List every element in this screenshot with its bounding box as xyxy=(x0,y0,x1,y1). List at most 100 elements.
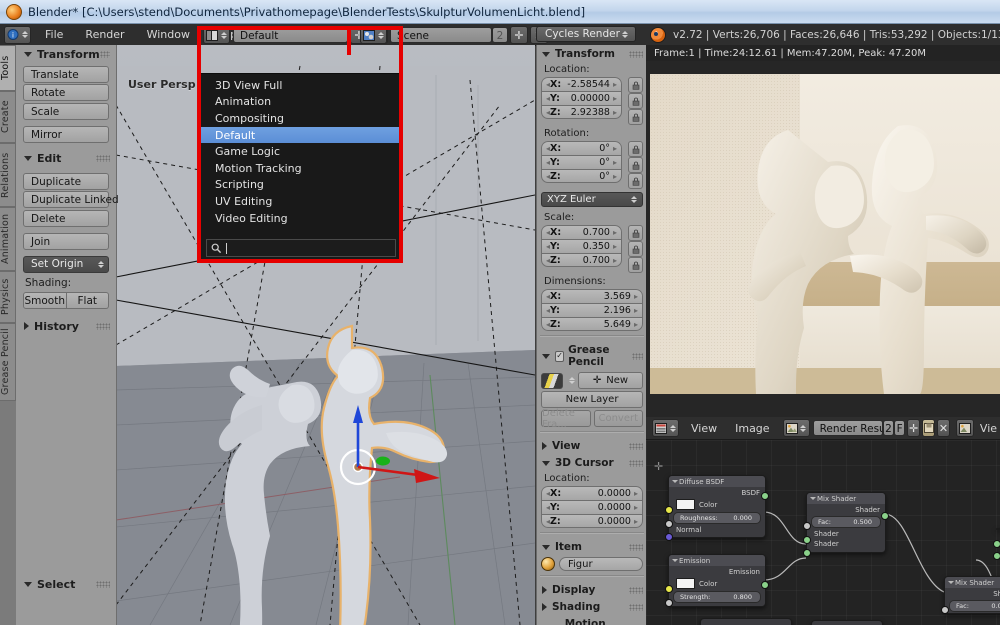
menu-item-compositing[interactable]: Compositing xyxy=(201,110,401,127)
lock-scale-x-button[interactable] xyxy=(628,225,643,241)
location-x-field[interactable]: ◂ X: -2.58544 ▸ xyxy=(541,77,622,91)
lock-rotation-x-button[interactable] xyxy=(628,141,643,157)
grease-pencil-new-button[interactable]: ✛ New xyxy=(578,372,643,389)
node-partial-bottom-left[interactable] xyxy=(700,618,792,625)
shade-smooth-button[interactable]: Smooth xyxy=(23,291,67,309)
image-editor-canvas[interactable] xyxy=(646,61,1000,417)
menu-item-scripting[interactable]: Scripting xyxy=(201,177,401,194)
lock-scale-y-button[interactable] xyxy=(628,241,643,257)
scene-datablock-type-button[interactable] xyxy=(360,26,387,44)
checkbox-icon[interactable]: ✓ xyxy=(555,350,565,362)
screen-layout-dropdown-menu[interactable]: 3D View Full Animation Compositing Defau… xyxy=(200,73,402,263)
node-partial-bottom-mid[interactable] xyxy=(811,620,883,625)
tab-animation[interactable]: Animation xyxy=(0,207,16,271)
menu-item-video-editing[interactable]: Video Editing xyxy=(201,210,401,227)
menu-item-default[interactable]: Default xyxy=(201,126,401,144)
node-menu-image[interactable]: Image xyxy=(726,418,778,439)
menu-item-motion-tracking[interactable]: Motion Tracking xyxy=(201,160,401,177)
node-editor-canvas[interactable]: Diffuse BSDF BSDF Color Roughness: 0.000… xyxy=(646,440,1000,625)
lock-location-y-button[interactable] xyxy=(628,93,643,109)
node-emission[interactable]: Emission Emission Color Strength: 0.800 xyxy=(665,554,769,607)
second-node-menu[interactable]: Vie xyxy=(977,418,1000,439)
lock-rotation-z-button[interactable] xyxy=(628,173,643,189)
dimensions-x-field[interactable]: ◂ X: 3.569 ▸ xyxy=(541,289,643,303)
image-datablock-type-button[interactable] xyxy=(782,419,810,437)
grease-pencil-new-layer-button[interactable]: New Layer xyxy=(541,391,643,408)
node-output-shader-2[interactable]: Shader xyxy=(945,588,1000,599)
node-diffuse-bsdf[interactable]: Diffuse BSDF BSDF Color Roughness: 0.000… xyxy=(665,475,769,541)
tab-create[interactable]: Create xyxy=(0,91,16,143)
lock-scale-z-button[interactable] xyxy=(628,257,643,273)
node-input-color[interactable]: Color xyxy=(669,577,765,590)
delete-button[interactable]: Delete xyxy=(23,209,109,227)
object-name-field[interactable]: Figur xyxy=(559,557,643,571)
history-panel-header[interactable]: History xyxy=(16,317,116,336)
location-y-field[interactable]: ◂ Y: 0.00000 ▸ xyxy=(541,91,622,105)
scale-button[interactable]: Scale xyxy=(23,102,109,120)
item-panel-header[interactable]: Item xyxy=(537,538,647,555)
3d-cursor-panel-header[interactable]: 3D Cursor xyxy=(537,454,647,471)
tab-grease-pencil[interactable]: Grease Pencil xyxy=(0,323,16,401)
menu-window[interactable]: Window xyxy=(136,24,201,45)
select-panel-header[interactable]: Select xyxy=(16,575,116,594)
node-input-shader-b[interactable]: Shader xyxy=(807,539,885,552)
menu-item-uv-editing[interactable]: UV Editing xyxy=(201,193,401,210)
screen-layout-field[interactable]: Default xyxy=(233,27,348,43)
menu-item-game-logic[interactable]: Game Logic xyxy=(201,143,401,160)
add-image-button[interactable]: ✛ xyxy=(907,419,921,437)
node-editor[interactable]: View Image Render Result 2 F ✛ ✕ xyxy=(646,417,1000,625)
rotation-z-field[interactable]: ◂ Z: 0° ▸ xyxy=(541,169,622,183)
render-engine-select[interactable]: Cycles Render xyxy=(536,26,636,42)
color-swatch[interactable] xyxy=(676,499,695,510)
socket-emission-output[interactable] xyxy=(761,581,769,589)
location-z-field[interactable]: ◂ Z: 2.92388 ▸ xyxy=(541,105,622,119)
node-input-normal[interactable]: Normal xyxy=(669,525,765,537)
color-swatch[interactable] xyxy=(676,578,695,589)
cursor-x-field[interactable]: ◂ X: 0.0000 ▸ xyxy=(541,486,643,500)
rotate-button[interactable]: Rotate xyxy=(23,84,109,101)
tab-relations[interactable]: Relations xyxy=(0,143,16,207)
scale-y-field[interactable]: ◂ Y: 0.350 ▸ xyxy=(541,239,622,253)
node-mix-shader-1[interactable]: Mix Shader Shader Fac: 0.500 Shader Shad… xyxy=(803,492,889,557)
node-mix-shader-2[interactable]: Mix Shader Shader Fac: 0.010 xyxy=(941,576,1000,614)
brush-chevrons-icon[interactable] xyxy=(568,375,575,387)
brush-icon[interactable] xyxy=(541,372,563,389)
node-input-color[interactable]: Color xyxy=(669,498,765,511)
rotation-mode-dropdown[interactable]: XYZ Euler xyxy=(541,192,643,207)
node-prop-roughness[interactable]: Roughness: 0.000 xyxy=(673,512,761,524)
menu-render[interactable]: Render xyxy=(74,24,135,45)
duplicate-button[interactable]: Duplicate xyxy=(23,172,109,190)
lock-rotation-y-button[interactable] xyxy=(628,157,643,173)
fake-user-button[interactable]: F xyxy=(894,420,906,436)
socket-roughness-input[interactable] xyxy=(665,520,673,528)
motion-tracking-panel-header[interactable]: ✓ Motion Tracking xyxy=(537,615,647,625)
socket-fac-input-1[interactable] xyxy=(803,522,811,530)
pack-image-button[interactable] xyxy=(922,419,935,437)
translate-button[interactable]: Translate xyxy=(23,65,109,83)
node-prop-strength[interactable]: Strength: 0.800 xyxy=(673,591,761,603)
image-editor[interactable]: Frame:1 | Time:24:12.61 | Mem:47.20M, Pe… xyxy=(646,45,1000,417)
add-scene-button[interactable]: ✛ xyxy=(510,26,528,44)
second-image-button[interactable] xyxy=(955,419,974,437)
shading-panel-header[interactable]: Shading xyxy=(537,598,647,615)
socket-bsdf-output[interactable] xyxy=(761,492,769,500)
socket-color-input[interactable] xyxy=(665,585,673,593)
lock-location-x-button[interactable] xyxy=(628,77,643,93)
display-panel-header[interactable]: Display xyxy=(537,581,647,598)
socket-strength-input[interactable] xyxy=(665,599,673,607)
editor-type-info-button[interactable]: i xyxy=(4,25,31,44)
scene-name-field[interactable]: Scene xyxy=(390,27,492,43)
duplicate-linked-button[interactable]: Duplicate Linked xyxy=(23,191,119,208)
scale-x-field[interactable]: ◂ X: 0.700 ▸ xyxy=(541,225,622,239)
view-panel-header[interactable]: View xyxy=(537,437,647,454)
socket-shader-a-input[interactable] xyxy=(803,536,811,544)
socket-shader-b-input[interactable] xyxy=(803,549,811,557)
dimensions-z-field[interactable]: ◂ Z: 5.649 ▸ xyxy=(541,317,643,331)
node-output-emission[interactable]: Emission xyxy=(669,566,765,577)
mirror-button[interactable]: Mirror xyxy=(23,125,109,143)
screen-layout-type-button[interactable] xyxy=(203,26,230,44)
node-menu-view[interactable]: View xyxy=(682,418,726,439)
shade-flat-button[interactable]: Flat xyxy=(66,291,109,309)
scale-z-field[interactable]: ◂ Z: 0.700 ▸ xyxy=(541,253,622,267)
node-prop-fac-1[interactable]: Fac: 0.500 xyxy=(811,516,881,528)
